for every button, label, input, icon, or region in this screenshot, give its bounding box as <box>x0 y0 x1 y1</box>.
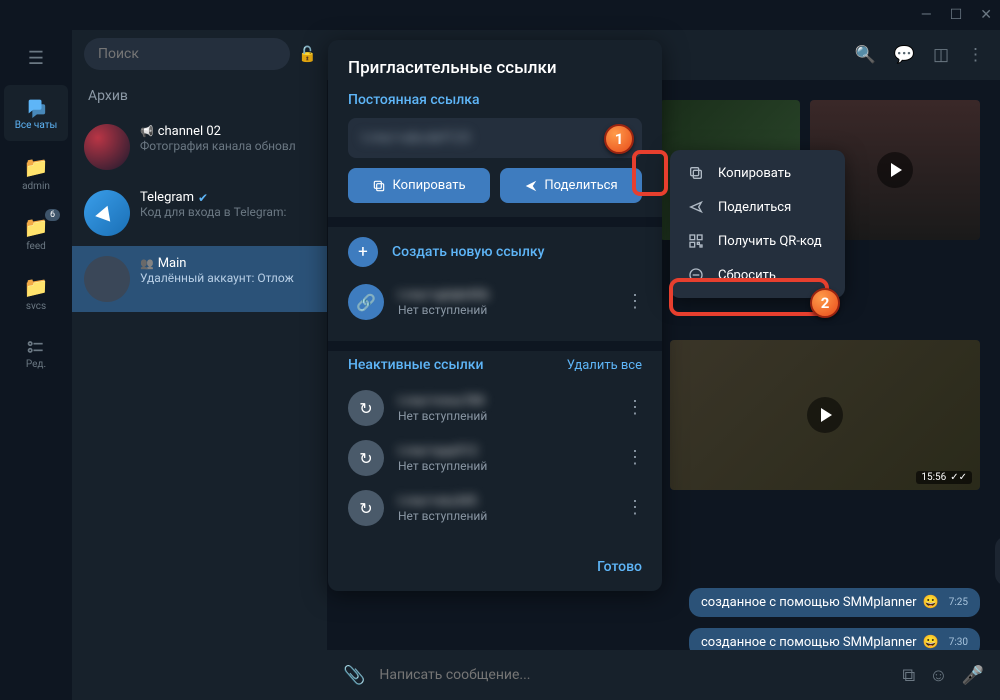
annotation-marker-1: 1 <box>604 124 634 154</box>
nav-svcs[interactable]: 📁 svcs <box>4 265 68 321</box>
revoked-icon: ↻ <box>348 440 384 476</box>
avatar <box>84 256 130 302</box>
window-minimize[interactable]: — <box>921 7 932 23</box>
commands-icon[interactable]: ⧉ <box>902 665 915 686</box>
nav-admin[interactable]: 📁 admin <box>4 145 68 201</box>
link-options-button[interactable]: ⋮ <box>626 406 642 410</box>
copy-button[interactable]: Копировать <box>348 168 490 203</box>
revoked-icon: ↻ <box>348 390 384 426</box>
inactive-link-item[interactable]: ↻ t.me/+pqr012Нет вступлений ⋮ <box>348 433 642 483</box>
sidepanel-icon[interactable]: ◫ <box>933 45 949 65</box>
message-bubble[interactable]: созданное с помощью SMMplanner 😀 7:30 <box>689 628 980 650</box>
nav-all-chats[interactable]: Все чаты <box>4 85 68 141</box>
message-input[interactable] <box>379 667 888 683</box>
link-options-button[interactable]: ⋮ <box>626 456 642 460</box>
badge-count: 6 <box>45 209 60 221</box>
ctx-reset[interactable]: Сбросить <box>670 258 845 292</box>
delete-all-button[interactable]: Удалить все <box>567 358 642 373</box>
media-thumb[interactable]: 15:56 ✓✓ <box>670 340 980 490</box>
message-bubble[interactable]: созданное с помощью SMMplanner 😀 7:25 <box>689 588 980 617</box>
plus-icon: + <box>348 237 378 267</box>
composer: 📎 ⧉ ☺ 🎤 <box>327 650 1000 700</box>
ctx-qr[interactable]: Получить QR-код <box>670 224 845 258</box>
permanent-link-box: t.me/+abcdef123 ⋮ <box>348 118 642 158</box>
emoji-icon[interactable]: ☺ <box>929 665 947 686</box>
active-link-item[interactable]: 🔗 t.me/+ghijkl456 Нет вступлений ⋮ <box>348 277 642 327</box>
link-context-menu: Копировать Поделиться Получить QR-код Сб… <box>670 150 845 298</box>
chat-item-main[interactable]: Main Удалённый аккаунт: Отлож <box>72 246 327 312</box>
inactive-link-item[interactable]: ↻ t.me/+stu345Нет вступлений ⋮ <box>348 483 642 533</box>
window-close[interactable]: ✕ <box>980 7 992 23</box>
verified-icon: ✔ <box>198 191 208 205</box>
comments-icon[interactable]: 💬 <box>894 45 915 65</box>
lock-icon[interactable]: 🔓 <box>298 45 317 63</box>
link-options-button[interactable]: ⋮ <box>626 300 642 304</box>
service-message: ил(а) Удалённый аккаунт <box>995 536 1000 586</box>
permanent-link-heading: Постоянная ссылка <box>348 92 642 108</box>
invite-links-modal: Пригласительные ссылки Постоянная ссылка… <box>328 40 662 591</box>
chat-list-sidebar: 🔓 Архив channel 02 Фотография канала обн… <box>72 30 327 700</box>
avatar <box>84 190 130 236</box>
folder-icon: 📁 <box>24 155 49 179</box>
play-icon <box>807 397 843 433</box>
search-input[interactable] <box>84 38 290 70</box>
nav-edit[interactable]: Ред. <box>4 325 68 381</box>
inactive-links-heading: Неактивные ссылки <box>348 357 483 373</box>
permanent-link-text[interactable]: t.me/+abcdef123 <box>362 130 470 146</box>
chat-item-channel02[interactable]: channel 02 Фотография канала обновл <box>72 114 327 180</box>
chat-item-telegram[interactable]: Telegram ✔ Код для входа в Telegram: <box>72 180 327 246</box>
create-link-button[interactable]: + Создать новую ссылку <box>348 233 642 277</box>
folder-icon: 📁 <box>24 215 49 239</box>
nav-feed[interactable]: 📁 6 feed <box>4 205 68 261</box>
annotation-marker-2: 2 <box>810 288 840 318</box>
more-icon[interactable]: ⋮ <box>967 45 984 65</box>
ctx-share[interactable]: Поделиться <box>670 190 845 224</box>
voice-icon[interactable]: 🎤 <box>962 665 984 686</box>
folder-icon: 📁 <box>24 275 49 299</box>
done-button[interactable]: Готово <box>328 547 662 583</box>
archive-folder[interactable]: Архив <box>72 78 327 114</box>
attach-icon[interactable]: 📎 <box>343 665 365 686</box>
group-icon <box>140 256 154 271</box>
hamburger-icon[interactable]: ☰ <box>28 36 44 81</box>
link-options-button[interactable]: ⋮ <box>626 506 642 510</box>
ctx-copy[interactable]: Копировать <box>670 156 845 190</box>
modal-title: Пригласительные ссылки <box>328 40 662 86</box>
video-duration: 15:56 ✓✓ <box>916 471 972 484</box>
share-button[interactable]: Поделиться <box>500 168 642 203</box>
search-icon[interactable]: 🔍 <box>855 45 876 65</box>
megaphone-icon <box>140 124 154 139</box>
play-icon <box>877 152 913 188</box>
revoked-icon: ↻ <box>348 490 384 526</box>
avatar <box>84 124 130 170</box>
inactive-link-item[interactable]: ↻ t.me/+mno789Нет вступлений ⋮ <box>348 383 642 433</box>
window-maximize[interactable]: ☐ <box>950 7 963 23</box>
nav-rail: ☰ Все чаты 📁 admin 📁 6 feed 📁 svcs Ред. <box>0 30 72 700</box>
link-icon: 🔗 <box>348 284 384 320</box>
